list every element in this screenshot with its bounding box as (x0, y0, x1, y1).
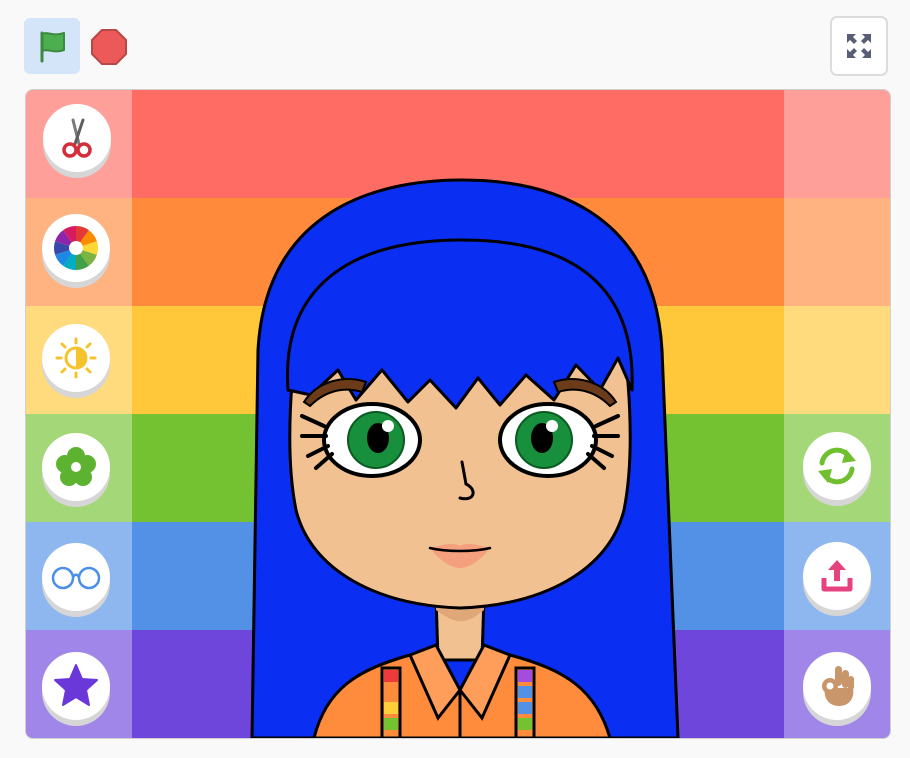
fullscreen-icon (847, 34, 871, 58)
star-button[interactable] (41, 652, 111, 726)
ok-hand-icon (822, 666, 854, 706)
fullscreen-button[interactable] (830, 16, 888, 76)
side-panel-tint (784, 90, 890, 198)
ok-gesture-button[interactable] (802, 652, 872, 726)
hair-color-button[interactable] (41, 214, 111, 288)
color-wheel-icon (54, 226, 98, 270)
brightness-button[interactable] (41, 324, 111, 398)
haircut-button[interactable] (42, 104, 112, 178)
stop-button[interactable] (88, 26, 130, 68)
character (250, 178, 680, 738)
reset-button[interactable] (802, 432, 872, 506)
refresh-icon (818, 447, 856, 485)
green-flag-icon (40, 31, 65, 63)
stage[interactable] (25, 89, 891, 739)
star-icon (54, 664, 98, 706)
side-panel-tint (784, 306, 890, 414)
stage-toolbar (0, 0, 910, 88)
flower-icon (56, 447, 96, 486)
share-button[interactable] (802, 542, 872, 616)
side-panel-tint (784, 198, 890, 306)
glasses-icon (51, 566, 101, 590)
flower-button[interactable] (41, 433, 111, 507)
stop-icon (91, 29, 127, 65)
upload-icon (821, 560, 853, 592)
glasses-button[interactable] (41, 543, 111, 617)
scissors-icon (62, 118, 92, 158)
stage-scene (26, 90, 890, 738)
brightness-icon (55, 337, 97, 379)
green-flag-button[interactable] (24, 18, 80, 74)
